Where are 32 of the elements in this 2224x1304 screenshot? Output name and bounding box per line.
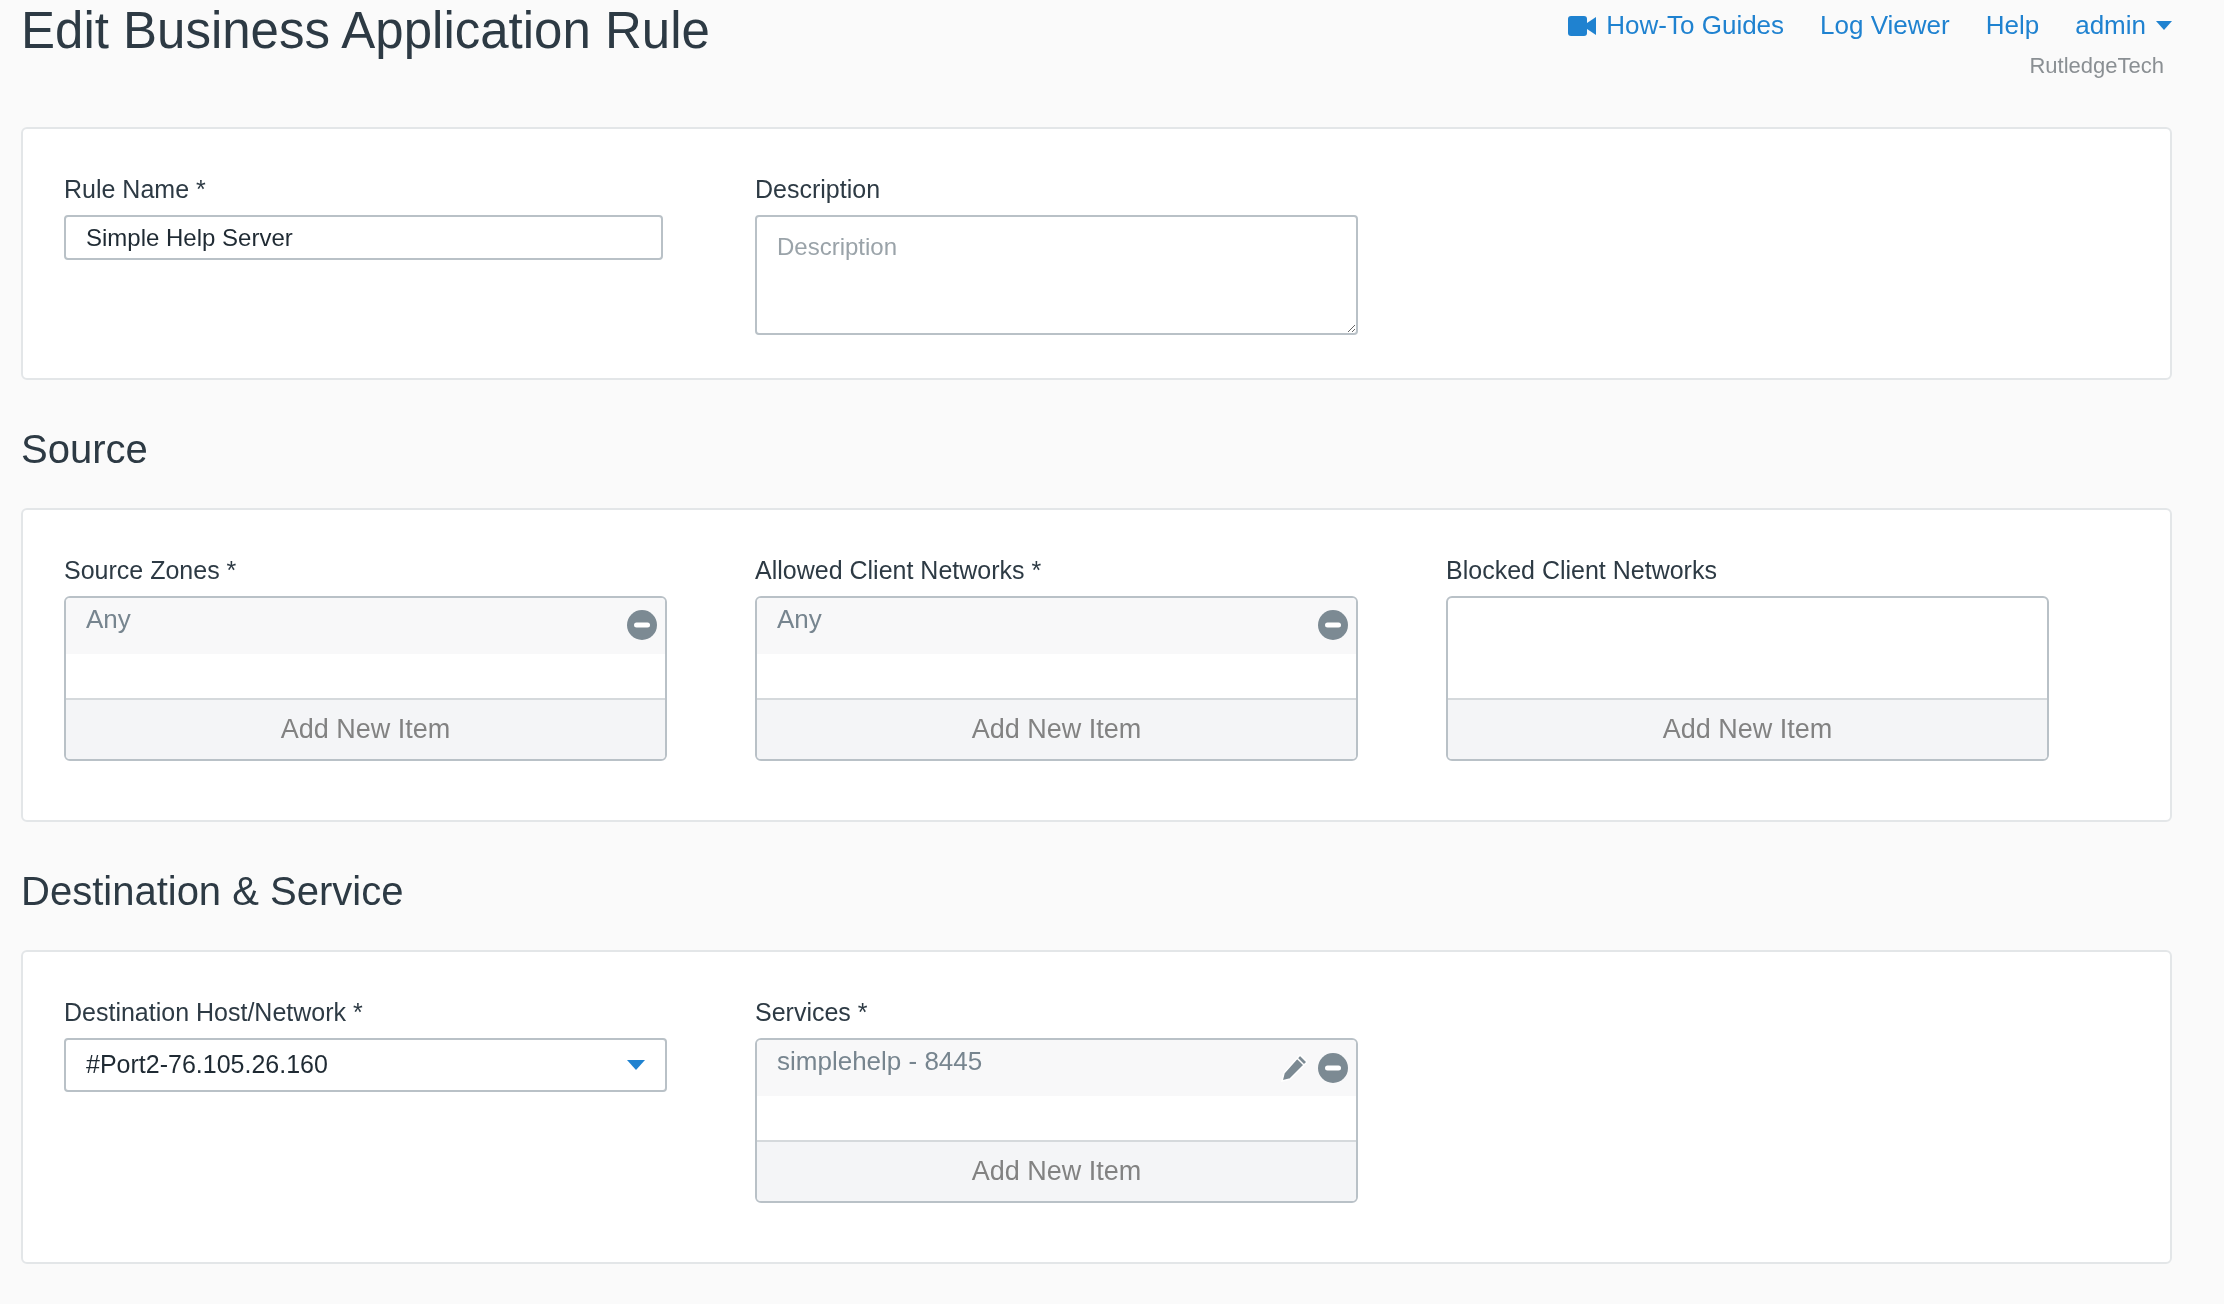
caret-icon	[627, 1060, 645, 1070]
video-camera-icon	[1568, 15, 1597, 36]
rule-name-field[interactable]: Simple Help Server	[64, 215, 663, 260]
page-title: Edit Business Application Rule	[21, 1, 710, 61]
field-label: Source Zones *	[64, 555, 238, 586]
remove-icon[interactable]	[1318, 1053, 1348, 1083]
section-heading: Destination & Service	[21, 868, 405, 915]
description-field[interactable]: Description	[755, 215, 1358, 335]
edit-pencil-icon[interactable]	[1278, 1052, 1310, 1084]
section-heading: Source	[21, 426, 149, 473]
destination-dropdown[interactable]: #Port2-76.105.26.160	[64, 1038, 667, 1092]
caret-icon	[2156, 21, 2172, 30]
field-label: Allowed Client Networks *	[755, 555, 1043, 586]
field-label: Services *	[755, 997, 869, 1028]
add-new-item-button[interactable]: Add New Item	[66, 698, 665, 759]
nav-link[interactable]: Help	[1985, 6, 2040, 45]
field-label: Description	[755, 174, 882, 205]
remove-icon[interactable]	[627, 610, 657, 640]
remove-icon[interactable]	[1318, 610, 1348, 640]
nav-link[interactable]: How-To Guides	[1568, 6, 1785, 45]
list-item[interactable]: simplehelp - 8445	[757, 1040, 1356, 1096]
add-new-item-button[interactable]: Add New Item	[1448, 698, 2047, 759]
user-menu[interactable]: admin	[2075, 6, 2172, 45]
nav-link[interactable]: Log Viewer	[1820, 6, 1950, 45]
field-label: Rule Name *	[64, 174, 207, 205]
field-label: Destination Host/Network *	[64, 997, 364, 1028]
add-new-item-button[interactable]: Add New Item	[757, 1140, 1356, 1201]
list-item[interactable]: Any	[66, 598, 665, 654]
organization-name: RutledgeTech	[2029, 52, 2164, 80]
list-item[interactable]: Any	[757, 598, 1356, 654]
add-new-item-button[interactable]: Add New Item	[757, 698, 1356, 759]
field-label: Blocked Client Networks	[1446, 555, 1718, 586]
